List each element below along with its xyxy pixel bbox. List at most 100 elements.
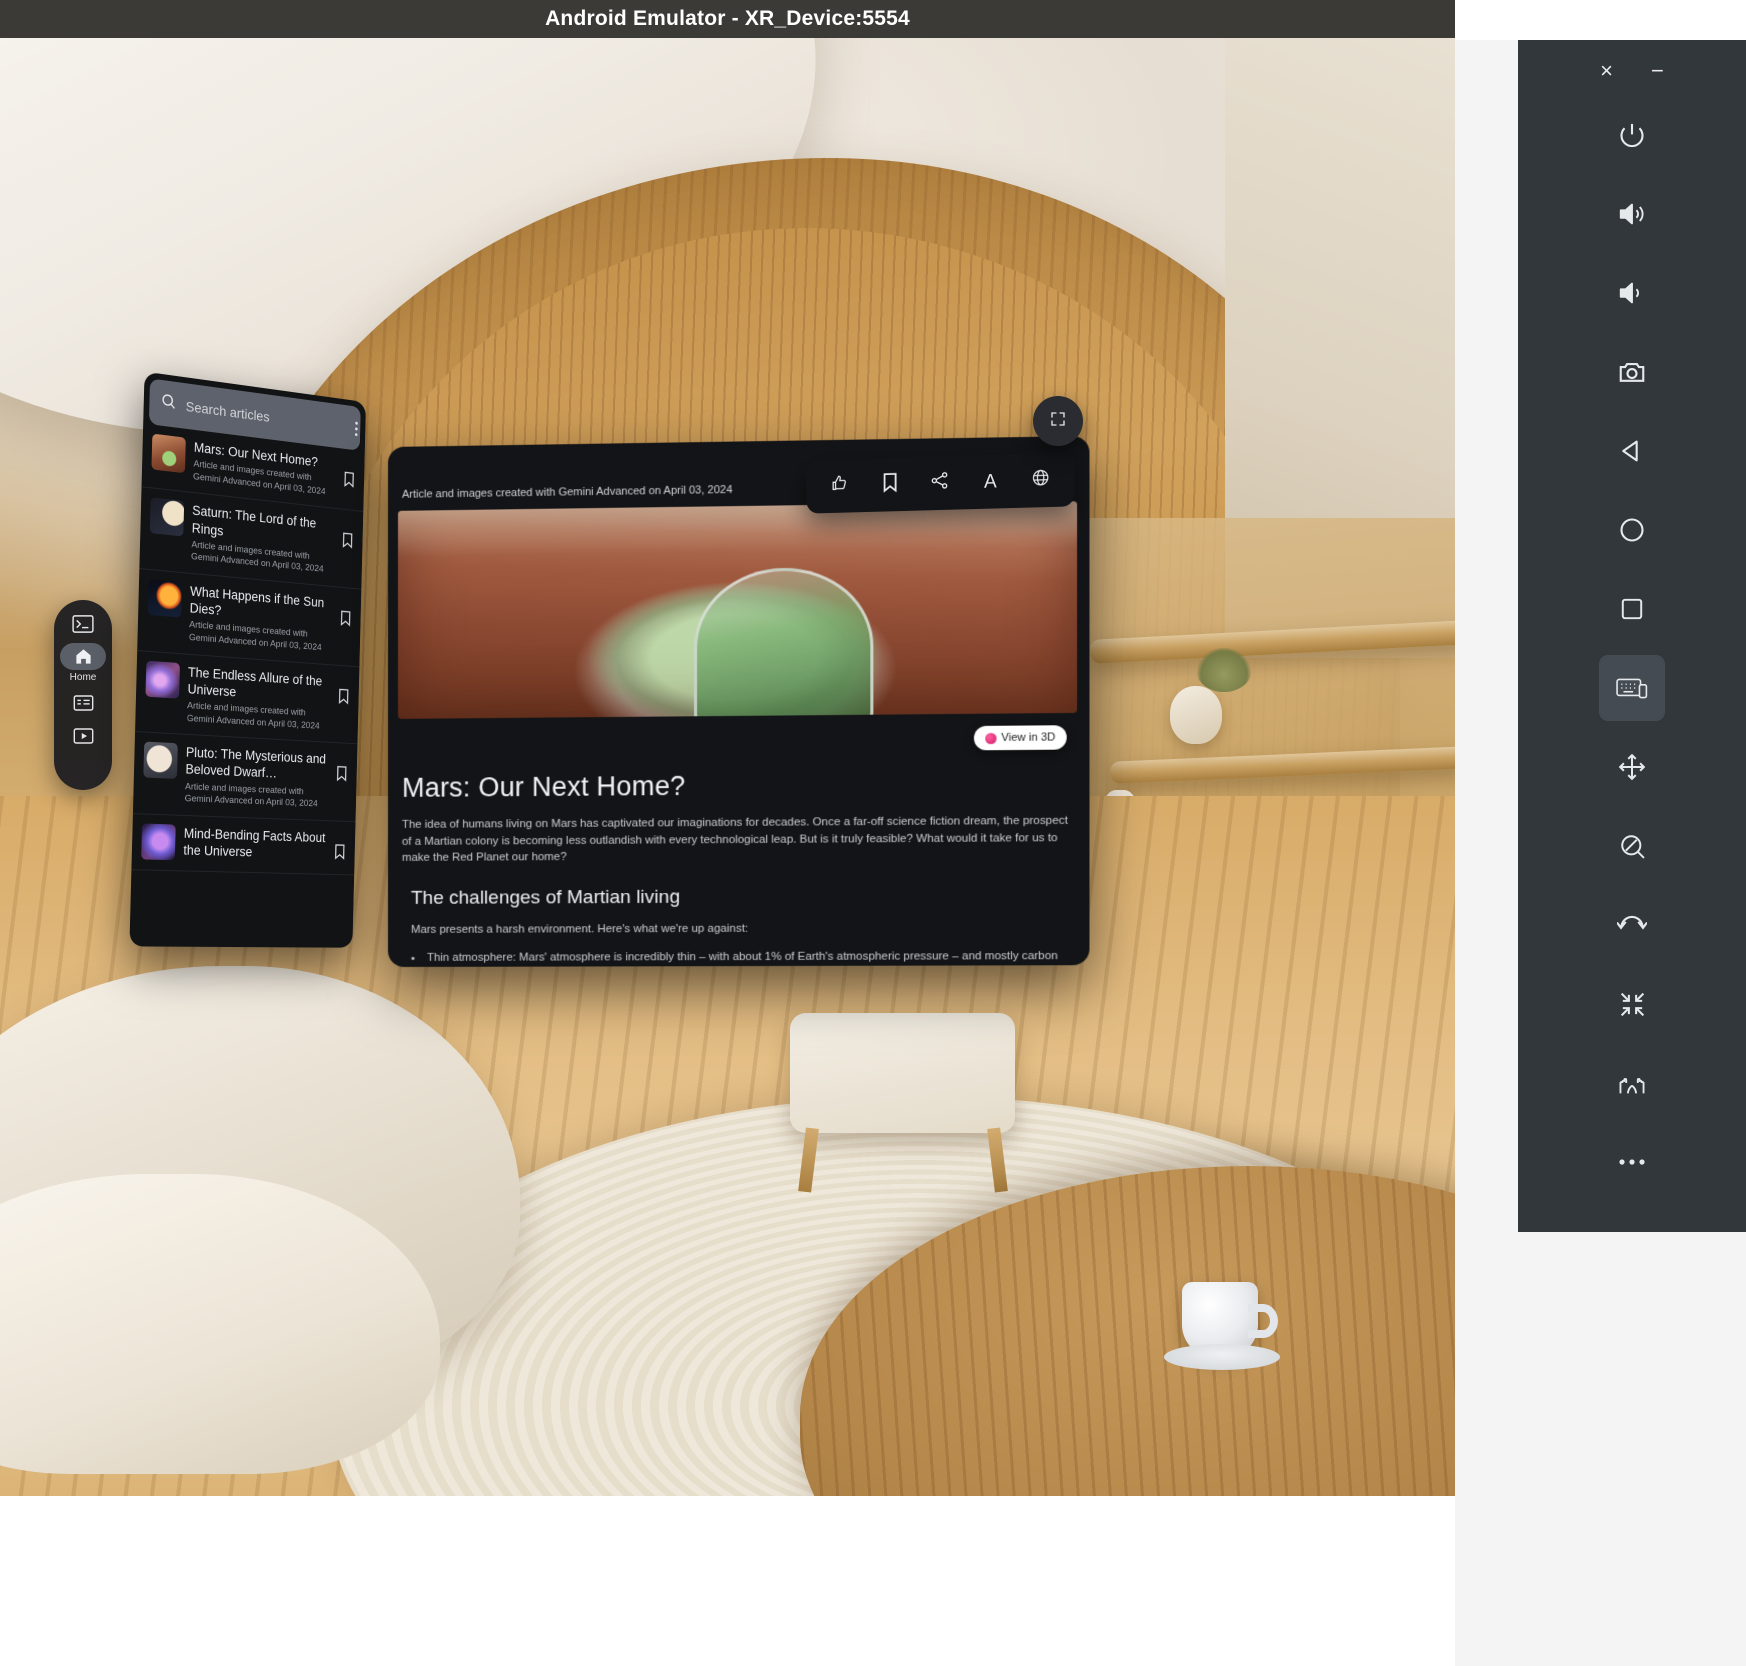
article-thumbnail <box>148 579 182 618</box>
sidebar-item-label-home: Home <box>70 672 97 683</box>
article-title: Pluto: The Mysterious and Beloved Dwarf… <box>185 744 329 785</box>
article-subtitle: Article and images created with Gemini A… <box>185 781 328 811</box>
bookmark-icon[interactable] <box>342 532 354 549</box>
power-button[interactable] <box>1599 102 1665 168</box>
article-text: Pluto: The Mysterious and Beloved Dwarf…… <box>185 744 329 811</box>
view-in-3d-button[interactable]: View in 3D <box>974 725 1067 750</box>
article-thumbnail <box>145 660 180 698</box>
hero-image <box>398 501 1077 719</box>
list-item[interactable]: The Endless Allure of the Universe Artic… <box>135 651 359 745</box>
view-in-3d-label: View in 3D <box>1001 731 1055 744</box>
article-lede: The idea of humans living on Mars has ca… <box>402 813 1069 867</box>
more-horiz-icon <box>1617 1156 1647 1168</box>
bookmark-icon[interactable] <box>334 843 346 860</box>
media-pill <box>60 722 106 749</box>
article-thumbnail <box>141 823 176 860</box>
bullet-item: • Thin atmosphere: Mars' atmosphere is i… <box>411 948 1069 967</box>
bookmark-icon[interactable] <box>340 610 352 627</box>
zoom-button[interactable] <box>1599 813 1665 879</box>
bullet-text: Thin atmosphere: Mars' atmosphere is inc… <box>427 948 1069 967</box>
translate-button[interactable] <box>1024 463 1058 498</box>
article-title: Mind-Bending Facts About the Universe <box>183 825 327 863</box>
article-thumbnail <box>143 742 178 779</box>
rotate-button[interactable] <box>1599 892 1665 958</box>
sidebar-item-terminal[interactable] <box>60 610 106 637</box>
article-text: Mind-Bending Facts About the Universe <box>183 825 327 866</box>
search-icon <box>160 392 176 416</box>
bookmark-icon <box>882 472 898 497</box>
close-icon[interactable]: × <box>1600 60 1613 82</box>
search-input[interactable] <box>186 398 347 435</box>
article-reader-panel: Article and images created with Gemini A… <box>388 436 1089 967</box>
extended-controls-button[interactable] <box>1599 1129 1665 1195</box>
volume-down-button[interactable] <box>1599 260 1665 326</box>
section-heading: The challenges of Martian living <box>411 884 1069 909</box>
move-arrows-icon <box>1617 752 1647 782</box>
window-controls: × − <box>1518 40 1746 102</box>
share-button[interactable] <box>923 466 957 501</box>
article-text: The Endless Allure of the Universe Artic… <box>187 663 331 733</box>
camera-icon <box>1617 357 1647 387</box>
hand-tracking-button[interactable] <box>1599 1050 1665 1116</box>
bullet-dot-icon: • <box>411 949 419 967</box>
article-text: Saturn: The Lord of the Rings Article an… <box>191 502 335 577</box>
sidebar-item-articles[interactable] <box>60 689 106 716</box>
terminal-pill <box>60 610 106 637</box>
share-icon <box>930 471 949 496</box>
bookmark-button[interactable] <box>873 467 907 502</box>
reader-action-toolbar: A <box>807 452 1075 513</box>
zoom-select-icon <box>1618 832 1647 861</box>
video-library-icon <box>73 727 94 745</box>
ottoman-legs <box>796 1128 1010 1192</box>
app-nav-rail: Home <box>54 600 112 790</box>
square-icon <box>1619 596 1645 622</box>
article-title: The Endless Allure of the Universe <box>187 663 331 706</box>
viewport-bottom-margin <box>0 1496 1455 1666</box>
sidebar-item-media[interactable] <box>60 722 106 749</box>
thumb-up-icon <box>830 474 849 498</box>
window-title-bar: Android Emulator - XR_Device:5554 <box>0 0 1455 38</box>
list-item[interactable]: Mind-Bending Facts About the Universe <box>131 814 355 876</box>
bookmark-icon[interactable] <box>336 765 348 782</box>
screenshot-button[interactable] <box>1599 339 1665 405</box>
emulator-window: Android Emulator - XR_Device:5554 <box>0 0 1746 1666</box>
article-subtitle <box>183 862 326 866</box>
home-pill <box>60 643 106 670</box>
globe-icon <box>1031 468 1050 493</box>
article-list: Mars: Our Next Home? Article and images … <box>131 423 365 883</box>
bookmark-icon[interactable] <box>338 687 350 704</box>
shelf-plant <box>1196 648 1252 692</box>
home-button[interactable] <box>1599 497 1665 563</box>
like-button[interactable] <box>823 468 857 503</box>
text-size-button[interactable]: A <box>973 464 1007 499</box>
expand-icon <box>1049 410 1067 433</box>
ottoman-bench <box>790 1013 1015 1133</box>
article-thumbnail <box>150 498 184 537</box>
articles-pill <box>60 689 106 716</box>
window-title: Android Emulator - XR_Device:5554 <box>545 7 910 31</box>
overview-button[interactable] <box>1599 576 1665 642</box>
view-3d-icon <box>985 732 996 743</box>
coffee-cup-handle <box>1248 1304 1278 1338</box>
more-vert-icon[interactable] <box>355 421 358 436</box>
sidebar-item-home[interactable]: Home <box>60 643 106 683</box>
move-button[interactable] <box>1599 734 1665 800</box>
collapse-arrows-icon <box>1618 990 1647 1019</box>
article-body: Mars: Our Next Home? The idea of humans … <box>388 713 1089 967</box>
shelf-vase-1 <box>1170 686 1222 744</box>
back-button[interactable] <box>1599 418 1665 484</box>
article-thumbnail <box>151 434 185 474</box>
minimize-icon[interactable]: − <box>1651 60 1664 82</box>
collapse-button[interactable] <box>1599 971 1665 1037</box>
list-item[interactable]: Pluto: The Mysterious and Beloved Dwarf…… <box>133 732 358 822</box>
back-triangle-icon <box>1618 437 1646 465</box>
expand-panel-button[interactable] <box>1033 396 1083 446</box>
page-title: Mars: Our Next Home? <box>402 768 1069 804</box>
keyboard-icon <box>1616 675 1648 701</box>
volume-up-button[interactable] <box>1599 181 1665 247</box>
virtual-keyboard-button[interactable] <box>1599 655 1665 721</box>
bookmark-icon[interactable] <box>343 471 355 489</box>
article-text: What Happens if the Sun Dies? Article an… <box>189 583 333 656</box>
home-icon <box>74 647 93 666</box>
emulator-viewport[interactable]: Home <box>0 38 1455 1496</box>
